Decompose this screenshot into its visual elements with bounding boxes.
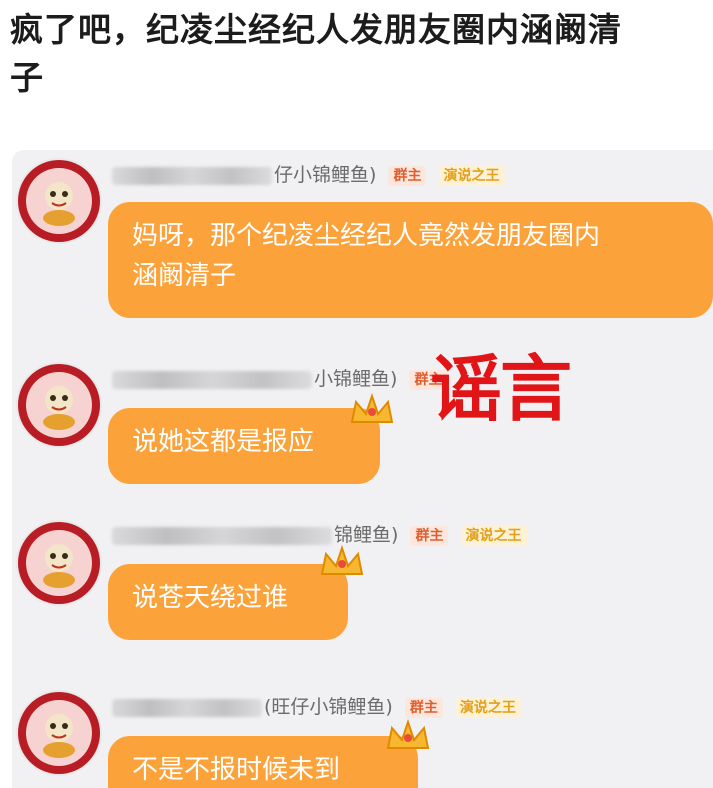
- rumor-stamp: 谣言: [430, 346, 572, 431]
- role-badge-owner: 群主: [388, 165, 427, 186]
- crown-icon: [320, 544, 364, 575]
- avatar[interactable]: [18, 522, 100, 604]
- sender-name: 锦鲤鱼): [334, 524, 399, 546]
- sender-name-row: 小锦鲤鱼) 群主: [112, 364, 448, 394]
- cartoon-avatar-icon: [43, 182, 75, 226]
- role-badge-owner: 群主: [404, 697, 443, 718]
- role-badge-title: 演说之王: [460, 525, 527, 546]
- chat-screenshot: 仔小锦鲤鱼) 群主 演说之王 妈呀，那个纪凌尘经纪人竟然发朋友圈内 涵阚清子 小…: [12, 150, 713, 788]
- cartoon-avatar-icon: [43, 714, 75, 758]
- message-text-line-1: 不是不报时候未到: [132, 755, 341, 785]
- headline-line-2: 子: [10, 58, 44, 97]
- role-badge-title: 演说之王: [438, 165, 505, 186]
- role-badge-owner: 群主: [410, 525, 449, 546]
- message-bubble[interactable]: 不是不报时候未到: [108, 736, 418, 788]
- cartoon-avatar-icon: [43, 386, 75, 430]
- sender-name-row: (旺仔小锦鲤鱼) 群主 演说之王: [112, 692, 521, 722]
- crown-icon: [350, 392, 394, 423]
- role-badge-title: 演说之王: [454, 697, 521, 718]
- cartoon-avatar-icon: [43, 544, 75, 588]
- message-bubble[interactable]: 说她这都是报应: [108, 408, 380, 484]
- sender-name: (旺仔小锦鲤鱼): [264, 696, 393, 718]
- sender-name-row: 仔小锦鲤鱼) 群主 演说之王: [112, 160, 505, 190]
- sender-name: 仔小锦鲤鱼): [274, 164, 377, 186]
- avatar[interactable]: [18, 692, 100, 774]
- message-text-line-2: 涵阚清子: [132, 261, 237, 291]
- avatar[interactable]: [18, 364, 100, 446]
- message-text-line-1: 妈呀，那个纪凌尘经纪人竟然发朋友圈内: [132, 221, 601, 251]
- message-bubble[interactable]: 说苍天绕过谁: [108, 564, 348, 640]
- sender-name: 小锦鲤鱼): [314, 368, 398, 390]
- message-bubble[interactable]: 妈呀，那个纪凌尘经纪人竟然发朋友圈内 涵阚清子: [108, 202, 713, 318]
- crown-icon: [386, 718, 430, 749]
- article-headline: 疯了吧，纪凌尘经纪人发朋友圈内涵阚清 子: [10, 6, 710, 102]
- avatar[interactable]: [18, 160, 100, 242]
- headline-line-1: 疯了吧，纪凌尘经纪人发朋友圈内涵阚清: [10, 10, 622, 49]
- message-text-line-1: 说她这都是报应: [132, 427, 315, 457]
- message-text-line-1: 说苍天绕过谁: [132, 583, 289, 613]
